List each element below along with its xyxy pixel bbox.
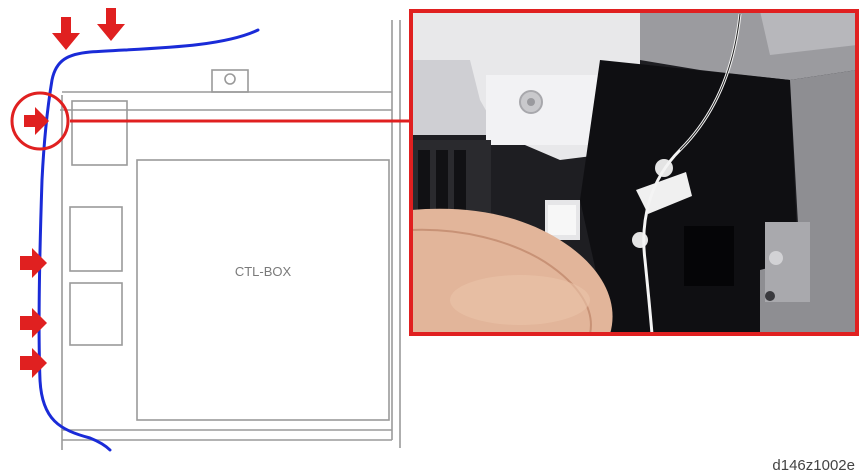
- arrow-down-icon: [52, 17, 80, 50]
- figure-id: d146z1002e: [772, 457, 855, 474]
- ctl-box: [136, 159, 390, 421]
- lower-left-panel: [69, 282, 123, 346]
- harness-routing-diagram: CTL-BOX d146z1002e: [10, 8, 859, 474]
- photo-inset: [411, 11, 857, 334]
- machine-line-art: [60, 20, 401, 450]
- harness-route-line: [37, 28, 260, 452]
- arrow-down-icon: [97, 8, 125, 41]
- middle-left-panel: [69, 206, 123, 272]
- ctl-box-label: CTL-BOX: [235, 264, 292, 279]
- arrow-right-icon: [20, 248, 47, 278]
- arrow-right-icon: [20, 348, 47, 378]
- arrow-right-icon: [20, 308, 47, 338]
